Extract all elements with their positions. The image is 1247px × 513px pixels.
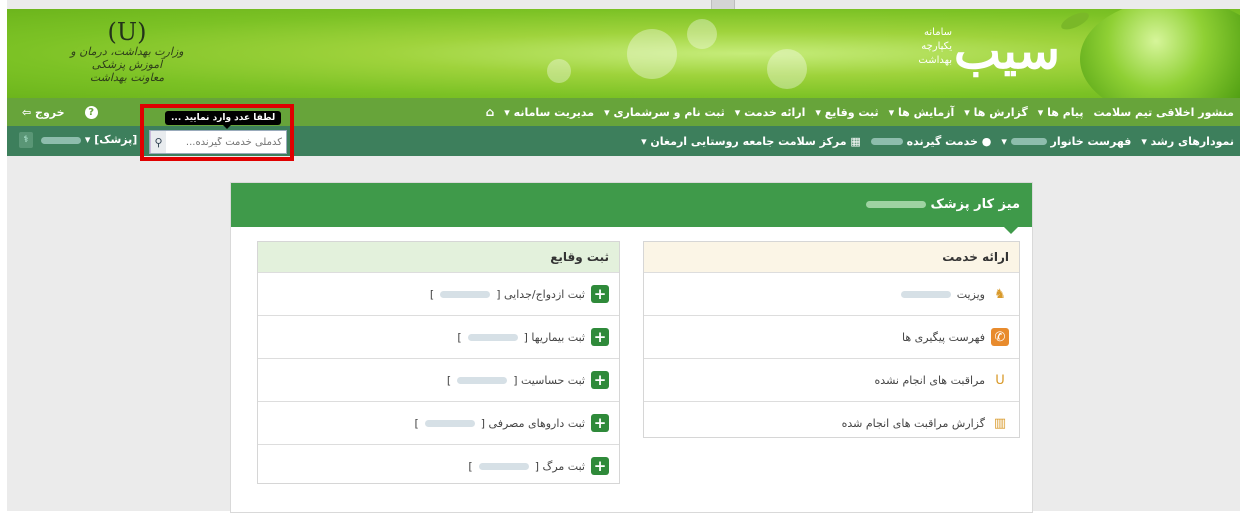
death-label: ثبت مرگ [	[534, 459, 585, 473]
redacted-text	[1010, 138, 1047, 145]
service-box-title: ارائه خدمت	[644, 242, 1019, 273]
redacted-text	[424, 419, 475, 427]
service-recipient-menu[interactable]: ● خدمت گیرنده	[870, 134, 992, 148]
home-icon[interactable]: ⌂	[486, 105, 495, 119]
ministry-deputy: معاونت بهداشت	[89, 71, 165, 84]
plus-icon: +	[591, 328, 609, 346]
pending-care-label: مراقبت های انجام نشده	[874, 373, 985, 387]
ministry-logo: (U) وزارت بهداشت، درمان و آموزش پزشکی مع…	[52, 19, 202, 89]
brand-sub3: بهداشت	[918, 55, 952, 66]
doctor-icon: ♞	[994, 286, 1006, 302]
role-selector[interactable]: [پزشک] ▾	[41, 133, 137, 146]
bar-chart-icon: ▥	[993, 415, 1007, 431]
redacted-text	[870, 138, 903, 145]
events-box: ثبت وقایع + ثبت ازدواج/جدایی [ ] + ثبت ب…	[257, 241, 620, 484]
phone-icon: ✆	[991, 328, 1009, 346]
visit-label: ویزیت	[956, 287, 985, 301]
apple-image	[1080, 9, 1240, 98]
redacted-text	[900, 290, 951, 298]
brand-title: سیب	[953, 21, 1060, 80]
medications-label: ثبت داروهای مصرفی [	[480, 416, 585, 430]
care-report-label: گزارش مراقبت های انجام شده	[841, 416, 985, 430]
events-box-title: ثبت وقایع	[258, 242, 619, 273]
menu-item-messages[interactable]: پیام ها ▾	[1038, 106, 1084, 119]
role-label: [پزشک] ▾	[84, 133, 138, 146]
brand-sub2: یکپارچه	[921, 41, 952, 52]
header-banner: (U) وزارت بهداشت، درمان و آموزش پزشکی مع…	[7, 9, 1240, 98]
list-item-death[interactable]: + ثبت مرگ [ ]	[258, 445, 619, 487]
panel-title: میز کار پزشک	[930, 197, 1020, 212]
list-item-marriage[interactable]: + ثبت ازدواج/جدایی [ ]	[258, 273, 619, 316]
redacted-text	[467, 333, 518, 341]
redacted-text	[478, 462, 529, 470]
menu-item-service[interactable]: ارائه خدمت ▾	[735, 106, 806, 119]
exit-button[interactable]: ⇦ خروج	[22, 106, 65, 119]
close-bracket: ]	[414, 416, 419, 430]
decor-bokeh	[547, 59, 571, 83]
close-bracket: ]	[446, 373, 452, 387]
stethoscope-icon: ᑌ	[995, 372, 1005, 388]
menu-item-registration[interactable]: ثبت نام و سرشماری ▾	[604, 106, 725, 119]
panel-header: میز کار پزشک	[231, 183, 1032, 234]
stethoscope-icon[interactable]: ⚕	[19, 132, 33, 148]
allergy-label: ثبت حساسیت [	[513, 373, 585, 387]
close-bracket: ]	[457, 330, 462, 344]
context-menu: ▦ مرکز سلامت جامعه روستایی ارمغان ▾ ● خد…	[641, 126, 1234, 156]
redacted-text	[41, 136, 81, 144]
household-list-label: فهرست خانوار	[1050, 134, 1132, 148]
plus-icon: +	[591, 457, 609, 475]
menu-item-system-admin[interactable]: مدیریت سامانه ▾	[504, 106, 594, 119]
redacted-text	[457, 376, 508, 384]
list-item-diseases[interactable]: + ثبت بیماریها [ ]	[258, 316, 619, 359]
sib-logo: سیب سامانه یکپارچه بهداشت	[870, 21, 1060, 85]
close-bracket: ]	[468, 459, 473, 473]
decor-bokeh	[687, 19, 717, 49]
list-item-medications[interactable]: + ثبت داروهای مصرفی [ ]	[258, 402, 619, 445]
main-menu: ⌂ مدیریت سامانه ▾ ثبت نام و سرشماری ▾ ار…	[486, 98, 1234, 126]
menu-item-tests[interactable]: آزمایش ها ▾	[889, 106, 955, 119]
service-recipient-label: خدمت گیرنده	[906, 134, 978, 148]
close-bracket: ]	[429, 287, 435, 301]
list-item-followups[interactable]: ✆ فهرست پیگیری ها	[644, 316, 1019, 359]
brand-sub1: سامانه	[924, 27, 952, 38]
doctor-dashboard-panel: میز کار پزشک ارائه خدمت ♞ ویزیت ✆ فهرست …	[230, 182, 1033, 513]
diseases-label: ثبت بیماریها [	[523, 330, 585, 344]
list-item-allergy[interactable]: + ثبت حساسیت [ ]	[258, 359, 619, 402]
exit-icon: ⇦	[22, 105, 36, 119]
followups-label: فهرست پیگیری ها	[901, 330, 985, 344]
redacted-text	[865, 201, 926, 208]
menu-item-ethics[interactable]: منشور اخلاقی تیم سلامت	[1094, 106, 1234, 119]
service-box: ارائه خدمت ♞ ویزیت ✆ فهرست پیگیری ها ᑌ م…	[643, 241, 1020, 438]
exit-label: خروج	[35, 105, 65, 119]
list-item-care-report[interactable]: ▥ گزارش مراقبت های انجام شده	[644, 402, 1019, 444]
menu-item-events[interactable]: ثبت وقایع ▾	[815, 106, 878, 119]
redacted-text	[440, 290, 491, 298]
growth-charts-menu[interactable]: نمودارهای رشد ▾	[1141, 135, 1234, 148]
plus-icon: +	[591, 285, 609, 303]
decor-bokeh	[627, 29, 677, 79]
health-center-selector[interactable]: ▦ مرکز سلامت جامعه روستایی ارمغان ▾	[641, 135, 861, 148]
building-icon: ▦	[846, 134, 861, 148]
list-item-pending-care[interactable]: ᑌ مراقبت های انجام نشده	[644, 359, 1019, 402]
plus-icon: +	[591, 371, 609, 389]
user-icon: ●	[977, 134, 992, 148]
ministry-name: وزارت بهداشت، درمان و آموزش پزشکی	[70, 45, 184, 71]
apple-leaf-image	[1058, 9, 1092, 33]
household-list-menu[interactable]: فهرست خانوار ▾	[1001, 135, 1131, 148]
list-item-visit[interactable]: ♞ ویزیت	[644, 273, 1019, 316]
help-icon[interactable]: ?	[84, 105, 98, 119]
health-center-label: مرکز سلامت جامعه روستایی ارمغان ▾	[641, 134, 847, 148]
decor-bokeh	[767, 49, 807, 89]
menu-item-reports[interactable]: گزارش ها ▾	[964, 106, 1027, 119]
plus-icon: +	[591, 414, 609, 432]
marriage-label: ثبت ازدواج/جدایی [	[496, 287, 585, 301]
iran-emblem-icon: (U)	[107, 18, 147, 46]
menu-left-tools: ⇦ خروج ?	[22, 98, 98, 126]
highlight-box	[140, 104, 294, 161]
